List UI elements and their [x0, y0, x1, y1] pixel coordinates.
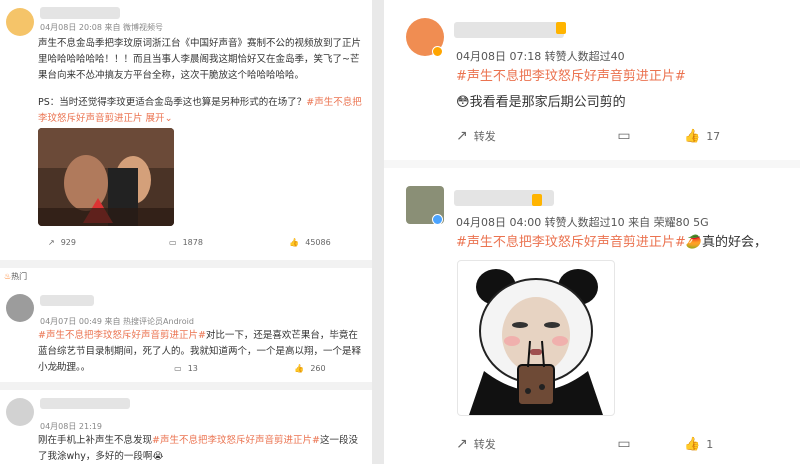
repost-label: 转发 [473, 130, 496, 143]
comment-icon: ▭ [174, 364, 182, 373]
expand-label: 展开 [145, 113, 165, 124]
comment-button[interactable]: ▭ [564, 128, 684, 144]
comment-text: 声生不息金岛季把李玟原词浙江台《中国好声音》赛制不公的视频放到了正片里哈哈哈哈哈… [38, 38, 362, 81]
left-comment-panel: 04月08日 20:08 来自 微博视频号 声生不息金岛季把李玟原词浙江台《中国… [0, 0, 372, 464]
like-icon: 👍 [684, 436, 701, 452]
avatar[interactable] [6, 8, 34, 36]
repost-icon: ↗ [53, 364, 60, 373]
comment-card: 04月08日 07:18 转赞人数超过40 #声生不息把李玟怒斥好声音剪进正片#… [384, 0, 800, 160]
comment-button[interactable]: ▭ [564, 436, 684, 452]
hashtag-link[interactable]: #声生不息把李玟怒斥好声音剪进正片# [456, 68, 686, 86]
action-bar: ↗ 929 ▭ 1878 👍 45086 [0, 238, 372, 247]
like-button[interactable]: 👍 260 [248, 364, 372, 373]
repost-button[interactable]: ↗ 转发 [456, 128, 564, 144]
comment-icon: ▭ [617, 436, 631, 452]
repost-button[interactable]: ↗ 1 [0, 364, 124, 373]
section-label: 热门 [11, 272, 28, 281]
comment-text: 我看看是那家后期公司剪的 [469, 95, 626, 110]
comment-count: 1878 [182, 238, 203, 247]
repost-button[interactable]: ↗ 929 [0, 238, 124, 247]
like-icon: 👍 [684, 128, 701, 144]
action-bar: ↗ 转发 ▭ 👍 1 [384, 436, 800, 452]
comment-button[interactable]: ▭ 1878 [124, 238, 248, 247]
vip-badge-icon [432, 214, 443, 225]
username-blurred[interactable] [40, 398, 130, 409]
comment-ps: PS：当时还觉得李玟更适合金岛季这也算是另种形式的在场了？#声生不息把李玟怒斥好… [38, 95, 364, 127]
chevron-down-icon: ⌄ [164, 113, 173, 124]
comment-body: 刚在手机上补声生不息发现#声生不息把李玟怒斥好声音剪进正片#这一段没了我涂why… [38, 433, 364, 464]
emoji-glasses-icon: 😳 [456, 95, 470, 110]
comment-meta: 04月08日 07:18 转赞人数超过40 [456, 50, 625, 63]
comment-card: 04月08日 04:00 转赞人数超过10 来自 荣耀80 5G #声生不息把李… [384, 172, 800, 464]
like-button[interactable]: 👍 1 [684, 436, 754, 452]
hashtag-link[interactable]: #声生不息把李玟怒斥好声音剪进正片# [456, 235, 686, 250]
video-frame-image [38, 128, 174, 226]
repost-icon: ↗ [456, 436, 468, 452]
like-button[interactable]: 👍 17 [684, 128, 754, 144]
like-count: 260 [310, 364, 326, 373]
comment-text-prefix: 刚在手机上补声生不息发现 [38, 435, 153, 446]
comment-count: 13 [187, 364, 198, 373]
username-blurred[interactable] [40, 295, 94, 306]
comment-body: #声生不息把李玟怒斥好声音剪进正片#🥭真的好会， [456, 234, 767, 252]
divider [0, 382, 372, 390]
comment-text: 真的好会， [701, 235, 767, 250]
comment-icon: ▭ [617, 128, 631, 144]
like-count: 45086 [305, 238, 331, 247]
divider [0, 260, 372, 268]
like-icon: 👍 [294, 364, 305, 373]
comment-body: 声生不息金岛季把李玟原词浙江台《中国好声音》赛制不公的视频放到了正片里哈哈哈哈哈… [38, 36, 364, 84]
comment-button[interactable]: ▭ 13 [124, 364, 248, 373]
action-bar: ↗ 1 ▭ 13 👍 260 [0, 364, 372, 373]
username-blurred[interactable] [454, 22, 564, 38]
mango-icon: 🥭 [685, 235, 702, 250]
comment-body: 😳我看看是那家后期公司剪的 [456, 94, 626, 112]
username-blurred[interactable] [40, 7, 120, 19]
like-count: 17 [706, 129, 721, 143]
divider [384, 160, 800, 168]
panda-meme-image [469, 269, 603, 415]
avatar[interactable] [6, 398, 34, 426]
comment-meta: 04月07日 00:49 来自 热搜评论员Android [40, 317, 194, 326]
avatar[interactable] [6, 294, 34, 322]
section-hot: ♨热门 [4, 271, 27, 282]
vip-level-icon [556, 22, 566, 34]
repost-count: 929 [60, 238, 76, 247]
right-comment-panel: 04月08日 07:18 转赞人数超过40 #声生不息把李玟怒斥好声音剪进正片#… [384, 0, 800, 464]
repost-icon: ↗ [48, 238, 55, 247]
comment-meta: 04月08日 21:19 [40, 422, 102, 431]
comment-meta: 04月08日 20:08 来自 微博视频号 [40, 23, 164, 32]
comment-card: 04月08日 21:19 刚在手机上补声生不息发现#声生不息把李玟怒斥好声音剪进… [0, 390, 372, 464]
hashtag-link[interactable]: #声生不息把李玟怒斥好声音剪进正片# [152, 435, 320, 446]
comment-card: 04月07日 00:49 来自 热搜评论员Android #声生不息把李玟怒斥好… [0, 286, 372, 382]
repost-button[interactable]: ↗ 转发 [456, 436, 564, 452]
video-thumbnail[interactable] [38, 128, 174, 226]
like-count: 1 [706, 437, 714, 451]
hashtag-link[interactable]: #声生不息把李玟怒斥好声音剪进正片# [38, 330, 206, 341]
ps-text: PS：当时还觉得李玟更适合金岛季这也算是另种形式的在场了？ [38, 97, 307, 108]
repost-icon: ↗ [456, 128, 468, 144]
vip-level-icon [532, 194, 542, 206]
like-button[interactable]: 👍 45086 [248, 238, 372, 247]
comment-card: 04月08日 20:08 来自 微博视频号 声生不息金岛季把李玟原词浙江台《中国… [0, 0, 372, 260]
comment-icon: ▭ [169, 238, 177, 247]
expand-link[interactable]: 展开⌄ [146, 113, 173, 124]
repost-label: 转发 [473, 438, 496, 451]
like-icon: 👍 [289, 238, 300, 247]
vip-badge-icon [432, 46, 443, 57]
crying-emoji-icon: 😭 [152, 451, 164, 462]
meme-sticker-image[interactable] [457, 260, 615, 416]
repost-count: 1 [65, 364, 71, 373]
action-bar: ↗ 转发 ▭ 👍 17 [384, 128, 800, 144]
comment-meta: 04月08日 04:00 转赞人数超过10 来自 荣耀80 5G [456, 216, 709, 229]
